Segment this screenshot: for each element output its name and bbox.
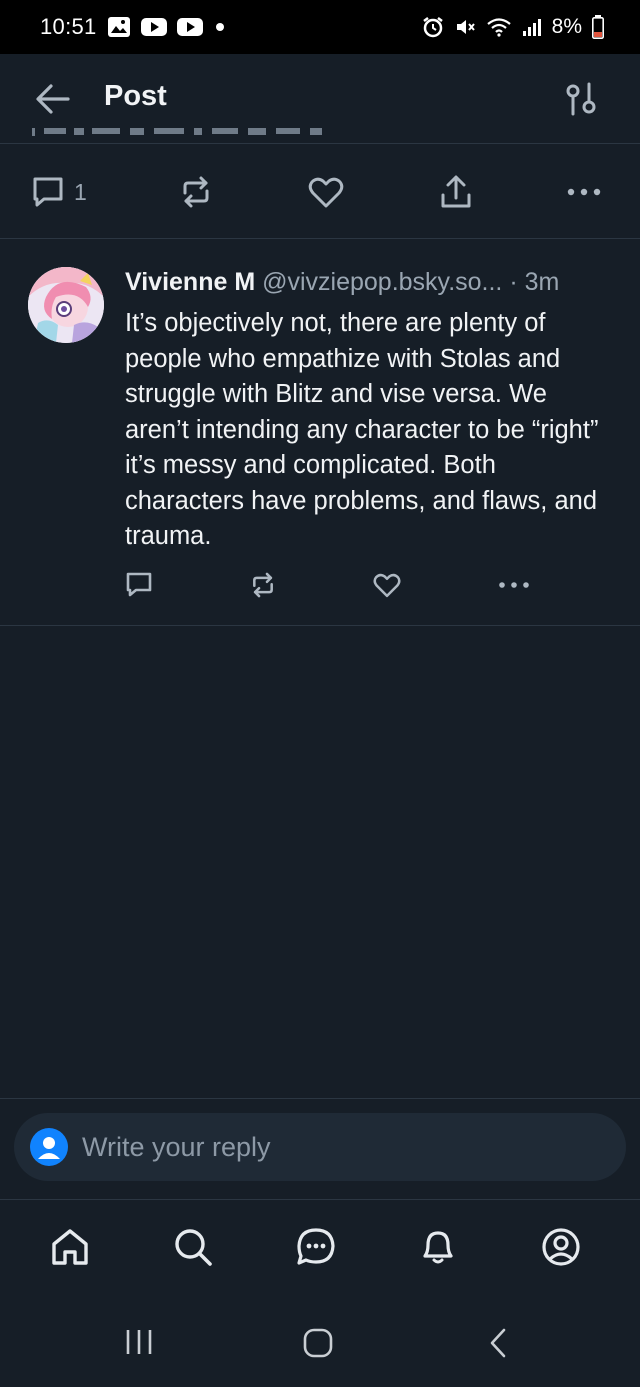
- chat-icon: [297, 1228, 335, 1265]
- avatar[interactable]: [28, 267, 104, 343]
- home-icon: [52, 1229, 88, 1265]
- more-icon: [499, 582, 529, 588]
- share-button[interactable]: [437, 172, 475, 212]
- chevron-left-icon: [490, 1328, 506, 1358]
- reply-header: Vivienne M @vivziepop.bsky.so... · 3m: [125, 268, 625, 297]
- nav-notifications[interactable]: [416, 1225, 460, 1269]
- like-button[interactable]: [307, 172, 345, 212]
- reply-button[interactable]: [125, 568, 153, 602]
- gallery-icon: [107, 16, 131, 38]
- wifi-icon: [486, 16, 512, 38]
- bottom-navigation: [0, 1201, 640, 1297]
- nav-home[interactable]: [48, 1225, 92, 1269]
- main-post-actions: 1: [0, 150, 640, 239]
- reply-post[interactable]: Vivienne M @vivziepop.bsky.so... · 3m It…: [0, 240, 640, 626]
- battery-percent: 8%: [551, 15, 582, 38]
- more-options-button[interactable]: [498, 568, 530, 602]
- like-button[interactable]: [372, 568, 402, 602]
- more-options-button[interactable]: [566, 172, 602, 212]
- thread-settings-button[interactable]: [562, 80, 600, 118]
- author-name[interactable]: Vivienne M: [125, 268, 255, 296]
- recent-apps-icon: [126, 1330, 152, 1354]
- youtube-icon: [140, 17, 167, 37]
- sliders-icon: [566, 82, 596, 116]
- battery-icon: [592, 15, 604, 39]
- status-time: 10:51: [40, 14, 97, 39]
- profile-icon: [542, 1228, 580, 1266]
- scrolled-post-edge: [30, 128, 330, 144]
- comment-icon: [33, 177, 63, 207]
- youtube-icon: [176, 17, 203, 37]
- recent-apps-button[interactable]: [124, 1327, 154, 1362]
- status-bar: 10:51 8%: [0, 0, 640, 54]
- home-circle-icon: [303, 1328, 333, 1358]
- dot-icon: [213, 20, 227, 34]
- mute-icon: [454, 16, 476, 38]
- more-icon: [567, 188, 601, 196]
- reply-count: 1: [74, 178, 87, 205]
- arrow-left-icon: [36, 84, 70, 114]
- repost-icon: [183, 176, 209, 208]
- heart-icon: [373, 573, 401, 598]
- reply-input[interactable]: [82, 1129, 602, 1165]
- reply-composer[interactable]: [14, 1113, 626, 1181]
- post-time: · 3m: [509, 268, 560, 296]
- back-button[interactable]: [34, 82, 72, 116]
- nav-profile[interactable]: [539, 1225, 583, 1269]
- signal-icon: [522, 17, 542, 37]
- reply-text: It’s objectively not, there are plenty o…: [125, 309, 599, 550]
- nav-search[interactable]: [171, 1225, 215, 1269]
- page-title: Post: [104, 80, 167, 112]
- repost-icon: [253, 572, 273, 598]
- alarm-icon: [422, 16, 444, 38]
- heart-icon: [308, 177, 344, 208]
- bell-icon: [423, 1231, 453, 1264]
- repost-button[interactable]: [177, 172, 215, 212]
- reply-composer-bar: [0, 1098, 640, 1200]
- repost-button[interactable]: [248, 568, 278, 602]
- reply-button[interactable]: 1: [30, 172, 87, 212]
- system-back-button[interactable]: [486, 1327, 510, 1364]
- comment-icon: [126, 572, 152, 597]
- nav-chat[interactable]: [294, 1225, 338, 1269]
- user-avatar-icon: [30, 1128, 68, 1166]
- share-icon: [441, 175, 471, 208]
- system-navigation-bar: [0, 1297, 640, 1387]
- author-handle[interactable]: @vivziepop.bsky.so...: [262, 268, 502, 296]
- home-system-button[interactable]: [302, 1327, 334, 1364]
- search-icon: [175, 1229, 212, 1266]
